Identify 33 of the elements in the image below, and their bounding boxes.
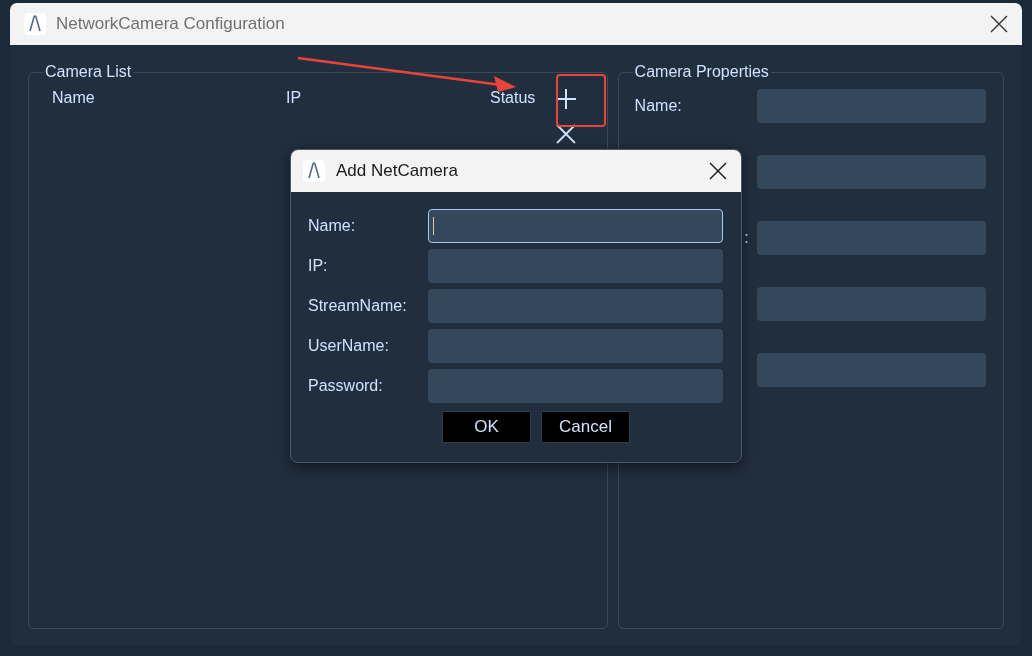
field-label: Name: (634, 97, 682, 114)
app-logo-icon (303, 160, 325, 182)
input-field[interactable] (428, 329, 723, 363)
input-field[interactable] (756, 221, 986, 255)
field-label: Name: (308, 217, 357, 235)
highlight-frame (556, 74, 606, 127)
column-header: Status (490, 88, 536, 108)
field-label: StreamName: (308, 297, 408, 315)
field-label: IP: (308, 257, 329, 275)
input-field[interactable] (428, 209, 723, 243)
input-field[interactable] (756, 287, 986, 321)
dialog-button[interactable]: Cancel (541, 411, 630, 443)
panel-title: Camera Properties (633, 63, 770, 81)
close-icon[interactable] (709, 162, 727, 180)
field-label: Password: (308, 377, 384, 395)
add-icon[interactable] (555, 88, 578, 110)
field-label: : (744, 229, 749, 246)
input-field[interactable] (428, 249, 723, 283)
remove-icon[interactable] (556, 124, 577, 144)
input-field[interactable] (756, 353, 986, 387)
close-icon[interactable] (990, 15, 1008, 33)
input-field[interactable] (428, 289, 723, 323)
panel-title: Camera List (44, 63, 133, 81)
input-field[interactable] (756, 89, 986, 123)
column-header: IP (286, 88, 303, 108)
field-label: UserName: (308, 337, 390, 355)
input-field[interactable] (428, 369, 723, 403)
app-logo-icon (24, 13, 46, 35)
input-field[interactable] (756, 155, 986, 189)
window-title: NetworkCamera Configuration (56, 14, 286, 34)
dialog-button[interactable]: OK (442, 411, 531, 443)
dialog-title: Add NetCamera (336, 161, 459, 181)
column-header: Name (52, 88, 96, 108)
